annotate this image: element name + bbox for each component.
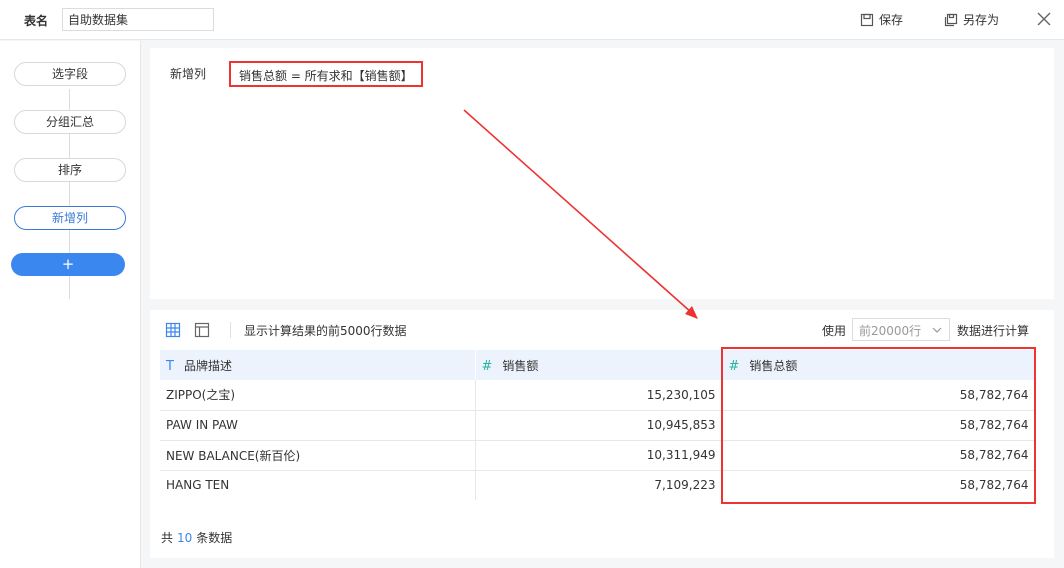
cell-sales: 10,945,853: [475, 410, 723, 441]
cell-total-sales: 58,782,764: [722, 440, 1035, 471]
use-label: 使用: [822, 324, 847, 338]
formula-label: 新增列: [170, 67, 207, 81]
cell-sales: 15,230,105: [475, 380, 723, 411]
save-label: 保存: [879, 13, 904, 27]
cell-total-sales: 58,782,764: [722, 380, 1035, 411]
save-as-icon: [944, 13, 958, 26]
data-table: T 品牌描述 # 销售额 # 销售总额 ZIPPO(之宝) 15,230,105 58…: [160, 350, 1035, 500]
table-header-row: T 品牌描述 # 销售额 # 销售总额: [160, 350, 1035, 380]
data-grid: T 品牌描述 # 销售额 # 销售总额 ZIPPO(之宝) 15,230,105 58…: [160, 350, 1035, 500]
save-as-label: 另存为: [963, 13, 1000, 27]
column-header-total-sales[interactable]: # 销售总额: [722, 350, 1035, 380]
cell-brand: PAW IN PAW: [160, 410, 476, 441]
step-add-column[interactable]: 新增列: [14, 206, 126, 230]
preview-info-text: 显示计算结果的前5000行数据: [244, 324, 407, 338]
step-group-summary[interactable]: 分组汇总: [14, 110, 126, 134]
calc-label: 数据进行计算: [957, 324, 1030, 338]
top-bar: 表名 保存 另存为: [0, 0, 1064, 40]
number-type-icon: #: [481, 358, 493, 374]
column-header-label: 品牌描述: [183, 358, 232, 373]
cell-total-sales: 58,782,764: [722, 470, 1035, 500]
row-count-value: 10: [177, 531, 193, 545]
layout-view-icon[interactable]: [194, 322, 210, 338]
row-count-footer: 共 10 条数据: [161, 529, 232, 546]
cell-brand: NEW BALANCE(新百伦): [160, 440, 476, 471]
cell-sales: 10,311,949: [475, 440, 723, 471]
row-count-prefix: 共: [161, 531, 174, 545]
cell-total-sales: 58,782,764: [722, 410, 1035, 441]
text-type-icon: T: [166, 358, 174, 374]
step-sidebar: 选字段 分组汇总 排序 新增列 +: [0, 41, 141, 568]
save-as-button[interactable]: 另存为: [944, 11, 999, 28]
table-name-input[interactable]: [62, 8, 214, 31]
table-row: NEW BALANCE(新百伦) 10,311,949 58,782,764: [160, 440, 1035, 471]
data-preview-panel: 显示计算结果的前5000行数据 使用 前20000行 数据进行计算 T 品牌描述 …: [150, 310, 1054, 558]
save-icon: [860, 13, 874, 26]
save-button[interactable]: 保存: [860, 11, 903, 28]
row-count-suffix: 条数据: [196, 531, 233, 545]
row-limit-value: 前20000行: [859, 324, 922, 338]
number-type-icon: #: [728, 358, 740, 374]
cell-sales: 7,109,223: [475, 470, 723, 500]
toolbar-divider: [230, 322, 231, 338]
column-header-brand[interactable]: T 品牌描述: [160, 350, 476, 380]
table-view-icon[interactable]: [165, 322, 181, 338]
column-header-label: 销售总额: [749, 358, 798, 373]
table-row: ZIPPO(之宝) 15,230,105 58,782,764: [160, 380, 1035, 411]
column-header-label: 销售额: [502, 358, 539, 373]
chevron-down-icon: [932, 327, 942, 333]
cell-brand: HANG TEN: [160, 470, 476, 500]
step-sort[interactable]: 排序: [14, 158, 126, 182]
column-header-sales[interactable]: # 销售额: [475, 350, 723, 380]
table-row: HANG TEN 7,109,223 58,782,764: [160, 470, 1035, 500]
add-step-button[interactable]: +: [11, 253, 125, 276]
close-icon[interactable]: [1036, 10, 1052, 28]
step-select-fields[interactable]: 选字段: [14, 62, 126, 86]
cell-brand: ZIPPO(之宝): [160, 380, 476, 411]
table-name-label: 表名: [24, 14, 49, 28]
formula-expression[interactable]: 销售总额 = 所有求和【销售额】: [229, 61, 423, 87]
table-row: PAW IN PAW 10,945,853 58,782,764: [160, 410, 1035, 441]
row-limit-select[interactable]: 前20000行: [852, 318, 950, 341]
formula-panel: 新增列 销售总额 = 所有求和【销售额】: [150, 48, 1054, 299]
